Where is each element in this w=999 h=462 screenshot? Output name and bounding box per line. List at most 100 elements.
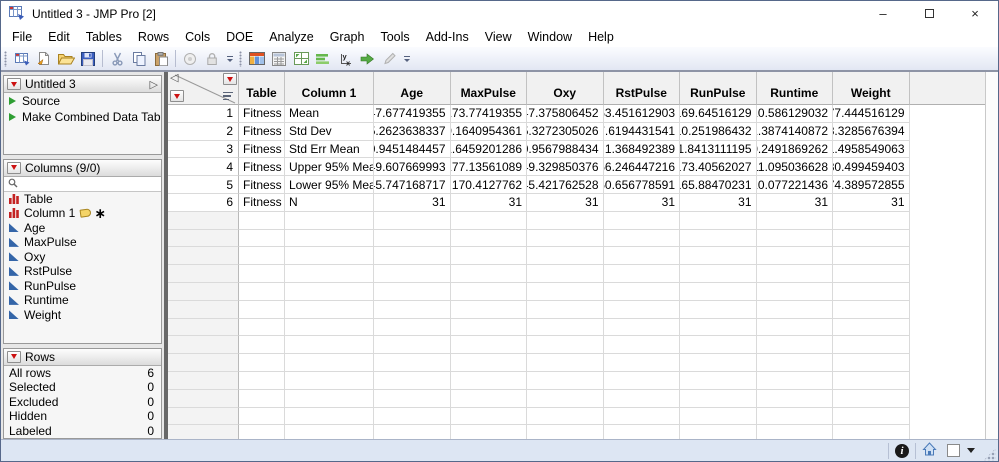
cell[interactable]: 5.2623638337 [374,123,451,141]
resize-grip[interactable] [983,448,996,461]
cell[interactable]: 47.375806452 [527,105,604,123]
columns-red-triangle-icon[interactable] [223,73,237,85]
menu-tables[interactable]: Tables [78,28,130,46]
cell[interactable]: 177.13561089 [451,158,528,176]
red-triangle-menu-icon[interactable] [7,78,21,90]
info-icon[interactable]: i [895,444,909,458]
table-row-empty[interactable] [168,390,985,408]
menu-tools[interactable]: Tools [372,28,417,46]
menu-add-ins[interactable]: Add-Ins [418,28,477,46]
fit-y-by-x-icon[interactable]: yx [334,49,356,69]
column-list-item-age[interactable]: Age [4,221,161,236]
cell[interactable]: 45.747168717 [374,176,451,194]
cell[interactable]: 7.6194431541 [604,123,681,141]
cell[interactable]: Fitness [239,176,285,194]
cell[interactable]: 80.499459403 [833,158,910,176]
column-list-item-column-1[interactable]: Column 1 ∗ [4,206,161,221]
table-row-empty[interactable] [168,354,985,372]
column-list-item-maxpulse[interactable]: MaxPulse [4,235,161,250]
sidebar-item-source[interactable]: Source [4,93,161,109]
cell[interactable]: Fitness [239,158,285,176]
cell[interactable]: 1.4958549063 [833,141,910,159]
column-header-table[interactable]: Table [239,72,285,105]
join-icon[interactable] [356,49,378,69]
cell[interactable]: 1.6459201286 [451,141,528,159]
vertical-scrollbar[interactable] [985,72,998,439]
table-row-empty[interactable] [168,230,985,248]
cell[interactable]: Std Dev [285,123,374,141]
table-row-empty[interactable] [168,283,985,301]
cut-icon[interactable] [106,49,128,69]
menu-doe[interactable]: DOE [218,28,261,46]
columns-search-input[interactable] [4,177,161,192]
expand-panel-icon[interactable]: ▷ [150,78,158,91]
grid-corner-cell[interactable]: ◁ [168,72,239,105]
menu-graph[interactable]: Graph [322,28,373,46]
home-icon[interactable] [922,442,937,459]
cell[interactable]: 31 [833,194,910,212]
cell[interactable]: 50.656778591 [604,176,681,194]
table-row-empty[interactable] [168,301,985,319]
column-header-weight[interactable]: Weight [833,72,910,105]
window-select-icon[interactable] [947,444,960,457]
menu-help[interactable]: Help [580,28,622,46]
cell[interactable]: 0.2491869262 [757,141,834,159]
cell[interactable]: 10.077221436 [757,176,834,194]
cell[interactable]: 31 [604,194,681,212]
column-list-item-oxy[interactable]: Oxy [4,250,161,265]
cell[interactable]: 11.095036628 [757,158,834,176]
new-data-table-icon[interactable] [11,49,33,69]
rows-red-triangle-icon[interactable] [170,90,184,102]
cell[interactable]: 49.607669993 [374,158,451,176]
table-row-empty[interactable] [168,319,985,337]
sidebar-item-make-combined-data-table[interactable]: Make Combined Data Table [4,109,161,125]
table-row-empty[interactable] [168,247,985,265]
cell[interactable]: 1.8413111195 [680,141,757,159]
column-list-item-weight[interactable]: Weight [4,308,161,323]
cell[interactable]: 10.586129032 [757,105,834,123]
title-bar[interactable]: Untitled 3 - JMP Pro [2] – × [1,1,998,26]
maximize-button[interactable] [906,1,952,26]
toolbar-grip[interactable] [4,51,7,67]
data-table-icon[interactable] [246,49,268,69]
cell[interactable]: 8.3285676394 [833,123,910,141]
cell[interactable]: 31 [680,194,757,212]
column-list-item-table[interactable]: Table [4,192,161,207]
menu-window[interactable]: Window [520,28,580,46]
cell[interactable]: 0.9567988434 [527,141,604,159]
cell[interactable]: 9.1640954361 [451,123,528,141]
cell[interactable]: 31 [374,194,451,212]
row-number[interactable]: 2 [168,123,239,141]
table-row-empty[interactable] [168,265,985,283]
table-row-empty[interactable] [168,372,985,390]
cell[interactable]: 169.64516129 [680,105,757,123]
column-list-item-runpulse[interactable]: RunPulse [4,279,161,294]
cell[interactable]: 45.421762528 [527,176,604,194]
column-header-column-1[interactable]: Column 1 [285,72,374,105]
cell[interactable]: Fitness [239,194,285,212]
cell[interactable]: 47.677419355 [374,105,451,123]
split-window-icon[interactable] [290,49,312,69]
row-number[interactable]: 4 [168,158,239,176]
red-triangle-menu-icon[interactable] [7,162,21,174]
cell[interactable]: 56.246447216 [604,158,681,176]
row-number[interactable]: 6 [168,194,239,212]
cell[interactable]: 173.77419355 [451,105,528,123]
column-header-rstpulse[interactable]: RstPulse [604,72,681,105]
cell[interactable]: 31 [757,194,834,212]
red-triangle-menu-icon[interactable] [7,351,21,363]
cell[interactable]: 1.368492389 [604,141,681,159]
formula-editor-icon[interactable] [268,49,290,69]
table-row-empty[interactable] [168,336,985,354]
collapse-sidebar-icon[interactable]: ◁ [170,72,178,84]
cell[interactable]: 5.3272305026 [527,123,604,141]
close-button[interactable]: × [952,1,998,26]
graph-builder-icon[interactable] [312,49,334,69]
cell[interactable]: 31 [451,194,528,212]
column-list-item-rstpulse[interactable]: RstPulse [4,264,161,279]
toolbar-overflow-button[interactable] [404,56,410,62]
column-header-maxpulse[interactable]: MaxPulse [451,72,528,105]
column-header-age[interactable]: Age [374,72,451,105]
cell[interactable]: 1.3874140872 [757,123,834,141]
cell[interactable]: 165.88470231 [680,176,757,194]
